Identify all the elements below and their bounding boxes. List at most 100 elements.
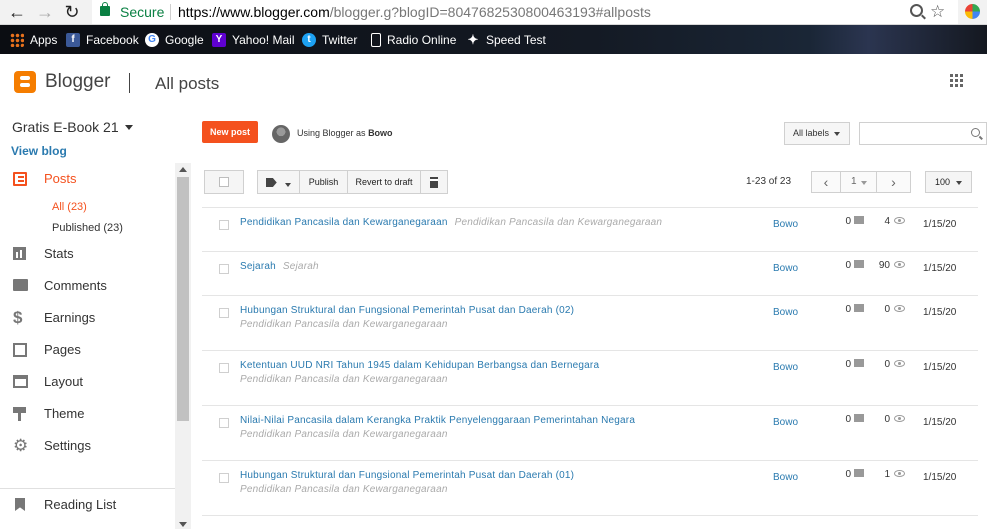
post-label[interactable]: Sejarah (283, 261, 319, 272)
brand-name[interactable]: Blogger (45, 71, 111, 93)
sidebar-item-stats[interactable]: Stats (0, 243, 175, 265)
layout-icon (13, 375, 28, 388)
sidebar-item-earnings[interactable]: $ Earnings (0, 307, 175, 329)
view-blog-link[interactable]: View blog (11, 144, 67, 158)
bookmark-yahoo[interactable]: Y Yahoo! Mail (212, 32, 294, 48)
sidebar-item-settings[interactable]: ⚙ Settings (0, 435, 175, 457)
posts-icon (13, 172, 27, 186)
apps-launcher-icon[interactable] (950, 74, 964, 88)
eye-icon (894, 360, 905, 367)
post-date: 1/15/20 (923, 219, 957, 230)
reload-icon[interactable]: ↻ (62, 2, 82, 22)
chevron-down-icon[interactable] (125, 125, 133, 130)
post-label[interactable]: Pendidikan Pancasila dan Kewarganegaraan (240, 429, 448, 440)
comment-icon (854, 414, 864, 422)
table-row[interactable]: Sejarah Sejarah Bowo 0 90 1/15/20 (202, 251, 978, 295)
url-text[interactable]: https://www.blogger.com/blogger.g?blogID… (178, 0, 651, 24)
search-icon[interactable] (971, 128, 980, 137)
post-author[interactable]: Bowo (773, 417, 798, 428)
table-row[interactable]: Ketentuan UUD NRI Tahun 1945 dalam Kehid… (202, 350, 978, 405)
bookmark-label: Radio Online (387, 33, 457, 47)
row-checkbox[interactable] (219, 473, 229, 483)
publish-button[interactable]: Publish (299, 170, 348, 194)
row-checkbox[interactable] (219, 363, 229, 373)
next-page-button[interactable]: › (876, 171, 911, 193)
delete-button[interactable] (420, 170, 448, 194)
new-post-button[interactable]: New post (202, 121, 258, 143)
chevron-down-icon (285, 182, 292, 187)
post-author[interactable]: Bowo (773, 219, 798, 230)
sidebar-item-label: Reading List (44, 497, 117, 512)
scroll-down-arrow-icon[interactable] (179, 522, 187, 527)
avatar[interactable] (272, 125, 290, 143)
table-row[interactable]: Nilai-Nilai Pancasila dalam Kerangka Pra… (202, 405, 978, 460)
post-label[interactable]: Pendidikan Pancasila dan Kewarganegaraan (240, 484, 448, 495)
sidebar-item-theme[interactable]: Theme (0, 403, 175, 425)
back-arrow-icon[interactable]: ← (7, 2, 27, 22)
post-author[interactable]: Bowo (773, 263, 798, 274)
row-checkbox[interactable] (219, 308, 229, 318)
comment-icon (854, 216, 864, 224)
post-title-link[interactable]: Hubungan Struktural dan Fungsional Pemer… (240, 305, 574, 316)
post-title-link[interactable]: Sejarah Sejarah (240, 261, 319, 272)
bookmark-radio-online[interactable]: Radio Online (371, 32, 456, 48)
table-row[interactable]: Hubungan Struktural dan Fungsional Pemer… (202, 460, 978, 515)
bookmark-speed-test[interactable]: ✦ Speed Test (466, 32, 546, 48)
table-row[interactable]: Pendidikan Pancasila dan Kewarganegaraan… (202, 207, 978, 251)
post-title-link[interactable]: Pendidikan Pancasila dan Kewarganegaraan… (240, 217, 662, 228)
forward-arrow-icon[interactable]: → (35, 2, 55, 22)
eye-icon (894, 415, 905, 422)
post-date: 1/15/20 (923, 263, 957, 274)
row-checkbox[interactable] (219, 264, 229, 274)
sidebar-divider (0, 488, 175, 489)
scroll-up-arrow-icon[interactable] (179, 167, 187, 172)
address-bar[interactable]: Secure https://www.blogger.com/blogger.g… (92, 0, 958, 24)
chevron-down-icon (956, 181, 962, 185)
sidebar-item-comments[interactable]: Comments (0, 275, 175, 297)
sidebar-item-layout[interactable]: Layout (0, 371, 175, 393)
bookmark-facebook[interactable]: f Facebook (66, 32, 139, 48)
select-all-checkbox[interactable] (204, 170, 244, 194)
table-row[interactable]: Hubungan Struktural dan Fungsional Pemer… (202, 295, 978, 350)
post-label[interactable]: Pendidikan Pancasila dan Kewarganegaraan (455, 217, 663, 228)
main-content: New post Using Blogger as Bowo All label… (191, 107, 987, 529)
search-input[interactable] (859, 122, 987, 145)
row-checkbox[interactable] (219, 418, 229, 428)
post-author[interactable]: Bowo (773, 472, 798, 483)
sidebar-scrollbar[interactable] (175, 163, 191, 529)
post-label[interactable]: Pendidikan Pancasila dan Kewarganegaraan (240, 374, 448, 385)
sidebar-subitem-published[interactable]: Published (23) (52, 222, 123, 234)
post-author[interactable]: Bowo (773, 307, 798, 318)
zoom-icon[interactable] (910, 4, 923, 17)
revert-to-draft-button[interactable]: Revert to draft (347, 170, 421, 194)
sidebar-subitem-all[interactable]: All (23) (52, 201, 87, 213)
label-menu-button[interactable] (257, 170, 300, 194)
blog-selector[interactable]: Gratis E-Book 21 (12, 119, 119, 135)
eye-icon (894, 305, 905, 312)
post-title-link[interactable]: Nilai-Nilai Pancasila dalam Kerangka Pra… (240, 415, 635, 426)
omnibox-divider (170, 4, 171, 20)
bookmark-apps[interactable]: Apps (10, 32, 57, 48)
bookmark-star-icon[interactable]: ☆ (930, 0, 945, 24)
sidebar-item-pages[interactable]: Pages (0, 339, 175, 361)
bookmark-twitter[interactable]: t Twitter (302, 32, 357, 48)
extension-icon[interactable] (965, 4, 980, 19)
chevron-right-icon: › (891, 174, 896, 190)
post-author[interactable]: Bowo (773, 362, 798, 373)
posts-per-page-select[interactable]: 100 (925, 171, 972, 193)
page-select[interactable]: 1 (840, 171, 877, 193)
blogger-logo-icon[interactable] (14, 71, 36, 93)
scrollbar-thumb[interactable] (177, 177, 189, 421)
post-title-link[interactable]: Ketentuan UUD NRI Tahun 1945 dalam Kehid… (240, 360, 599, 371)
row-checkbox[interactable] (219, 220, 229, 230)
comment-icon (854, 304, 864, 312)
post-title-link[interactable]: Hubungan Struktural dan Fungsional Pemer… (240, 470, 574, 481)
sidebar-item-reading-list[interactable]: Reading List (0, 494, 175, 516)
lock-icon (100, 2, 110, 16)
labels-filter-dropdown[interactable]: All labels (784, 122, 850, 145)
bookmark-google[interactable]: G Google (145, 32, 204, 48)
table-row-partial (202, 515, 978, 529)
sidebar-item-posts[interactable]: Posts (0, 168, 175, 190)
previous-page-button[interactable]: ‹ (811, 171, 841, 193)
post-label[interactable]: Pendidikan Pancasila dan Kewarganegaraan (240, 319, 448, 330)
